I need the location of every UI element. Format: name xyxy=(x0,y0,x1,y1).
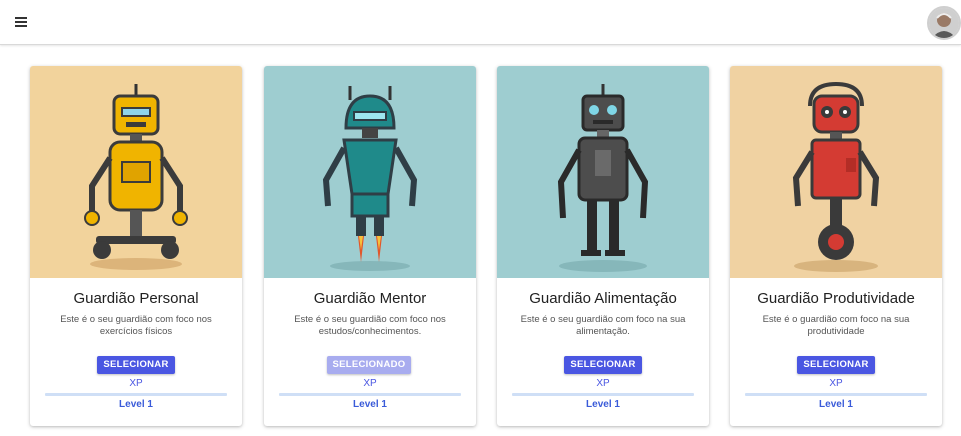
card-description: Este é o seu guardião com foco nos estud… xyxy=(294,314,446,337)
xp-label: XP xyxy=(129,378,143,389)
top-app-bar xyxy=(0,0,961,45)
selected-button[interactable]: SELECIONADO xyxy=(327,356,411,374)
gray-robot-illustration xyxy=(497,66,709,278)
xp-label: XP xyxy=(363,378,377,389)
red-wheel-robot-illustration xyxy=(730,66,942,278)
level-label: Level 1 xyxy=(353,399,387,410)
card-title: Guardião Alimentação xyxy=(529,290,677,307)
guardian-card-mentor: Guardião Mentor Este é o seu guardião co… xyxy=(264,66,476,426)
xp-label: XP xyxy=(596,378,610,389)
xp-progress-bar xyxy=(279,393,461,396)
avatar-photo-icon xyxy=(929,8,959,38)
yellow-robot-illustration xyxy=(30,66,242,278)
hamburger-menu-icon[interactable] xyxy=(12,13,34,31)
card-description: Este é o seu guardião com foco na sua al… xyxy=(520,314,686,337)
card-description: Este é o guardião com foco na sua produt… xyxy=(762,314,910,337)
select-button[interactable]: SELECIONAR xyxy=(564,356,642,374)
level-label: Level 1 xyxy=(819,399,853,410)
card-title: Guardião Personal xyxy=(73,290,199,307)
level-label: Level 1 xyxy=(119,399,153,410)
xp-label: XP xyxy=(829,378,843,389)
xp-progress-bar xyxy=(45,393,227,396)
level-label: Level 1 xyxy=(586,399,620,410)
guardian-card-alimentacao: Guardião Alimentação Este é o seu guardi… xyxy=(497,66,709,426)
xp-progress-bar xyxy=(745,393,927,396)
card-description: Este é o seu guardião com foco nos exerc… xyxy=(60,314,212,337)
guardian-card-produtividade: Guardião Produtividade Este é o guardião… xyxy=(730,66,942,426)
guardian-card-personal: Guardião Personal Este é o seu guardião … xyxy=(30,66,242,426)
select-button[interactable]: SELECIONAR xyxy=(797,356,875,374)
select-button[interactable]: SELECIONAR xyxy=(97,356,175,374)
xp-progress-bar xyxy=(512,393,694,396)
card-title: Guardião Produtividade xyxy=(757,290,915,307)
user-avatar[interactable] xyxy=(927,6,961,40)
teal-rocket-robot-illustration xyxy=(264,66,476,278)
card-title: Guardião Mentor xyxy=(313,290,427,307)
